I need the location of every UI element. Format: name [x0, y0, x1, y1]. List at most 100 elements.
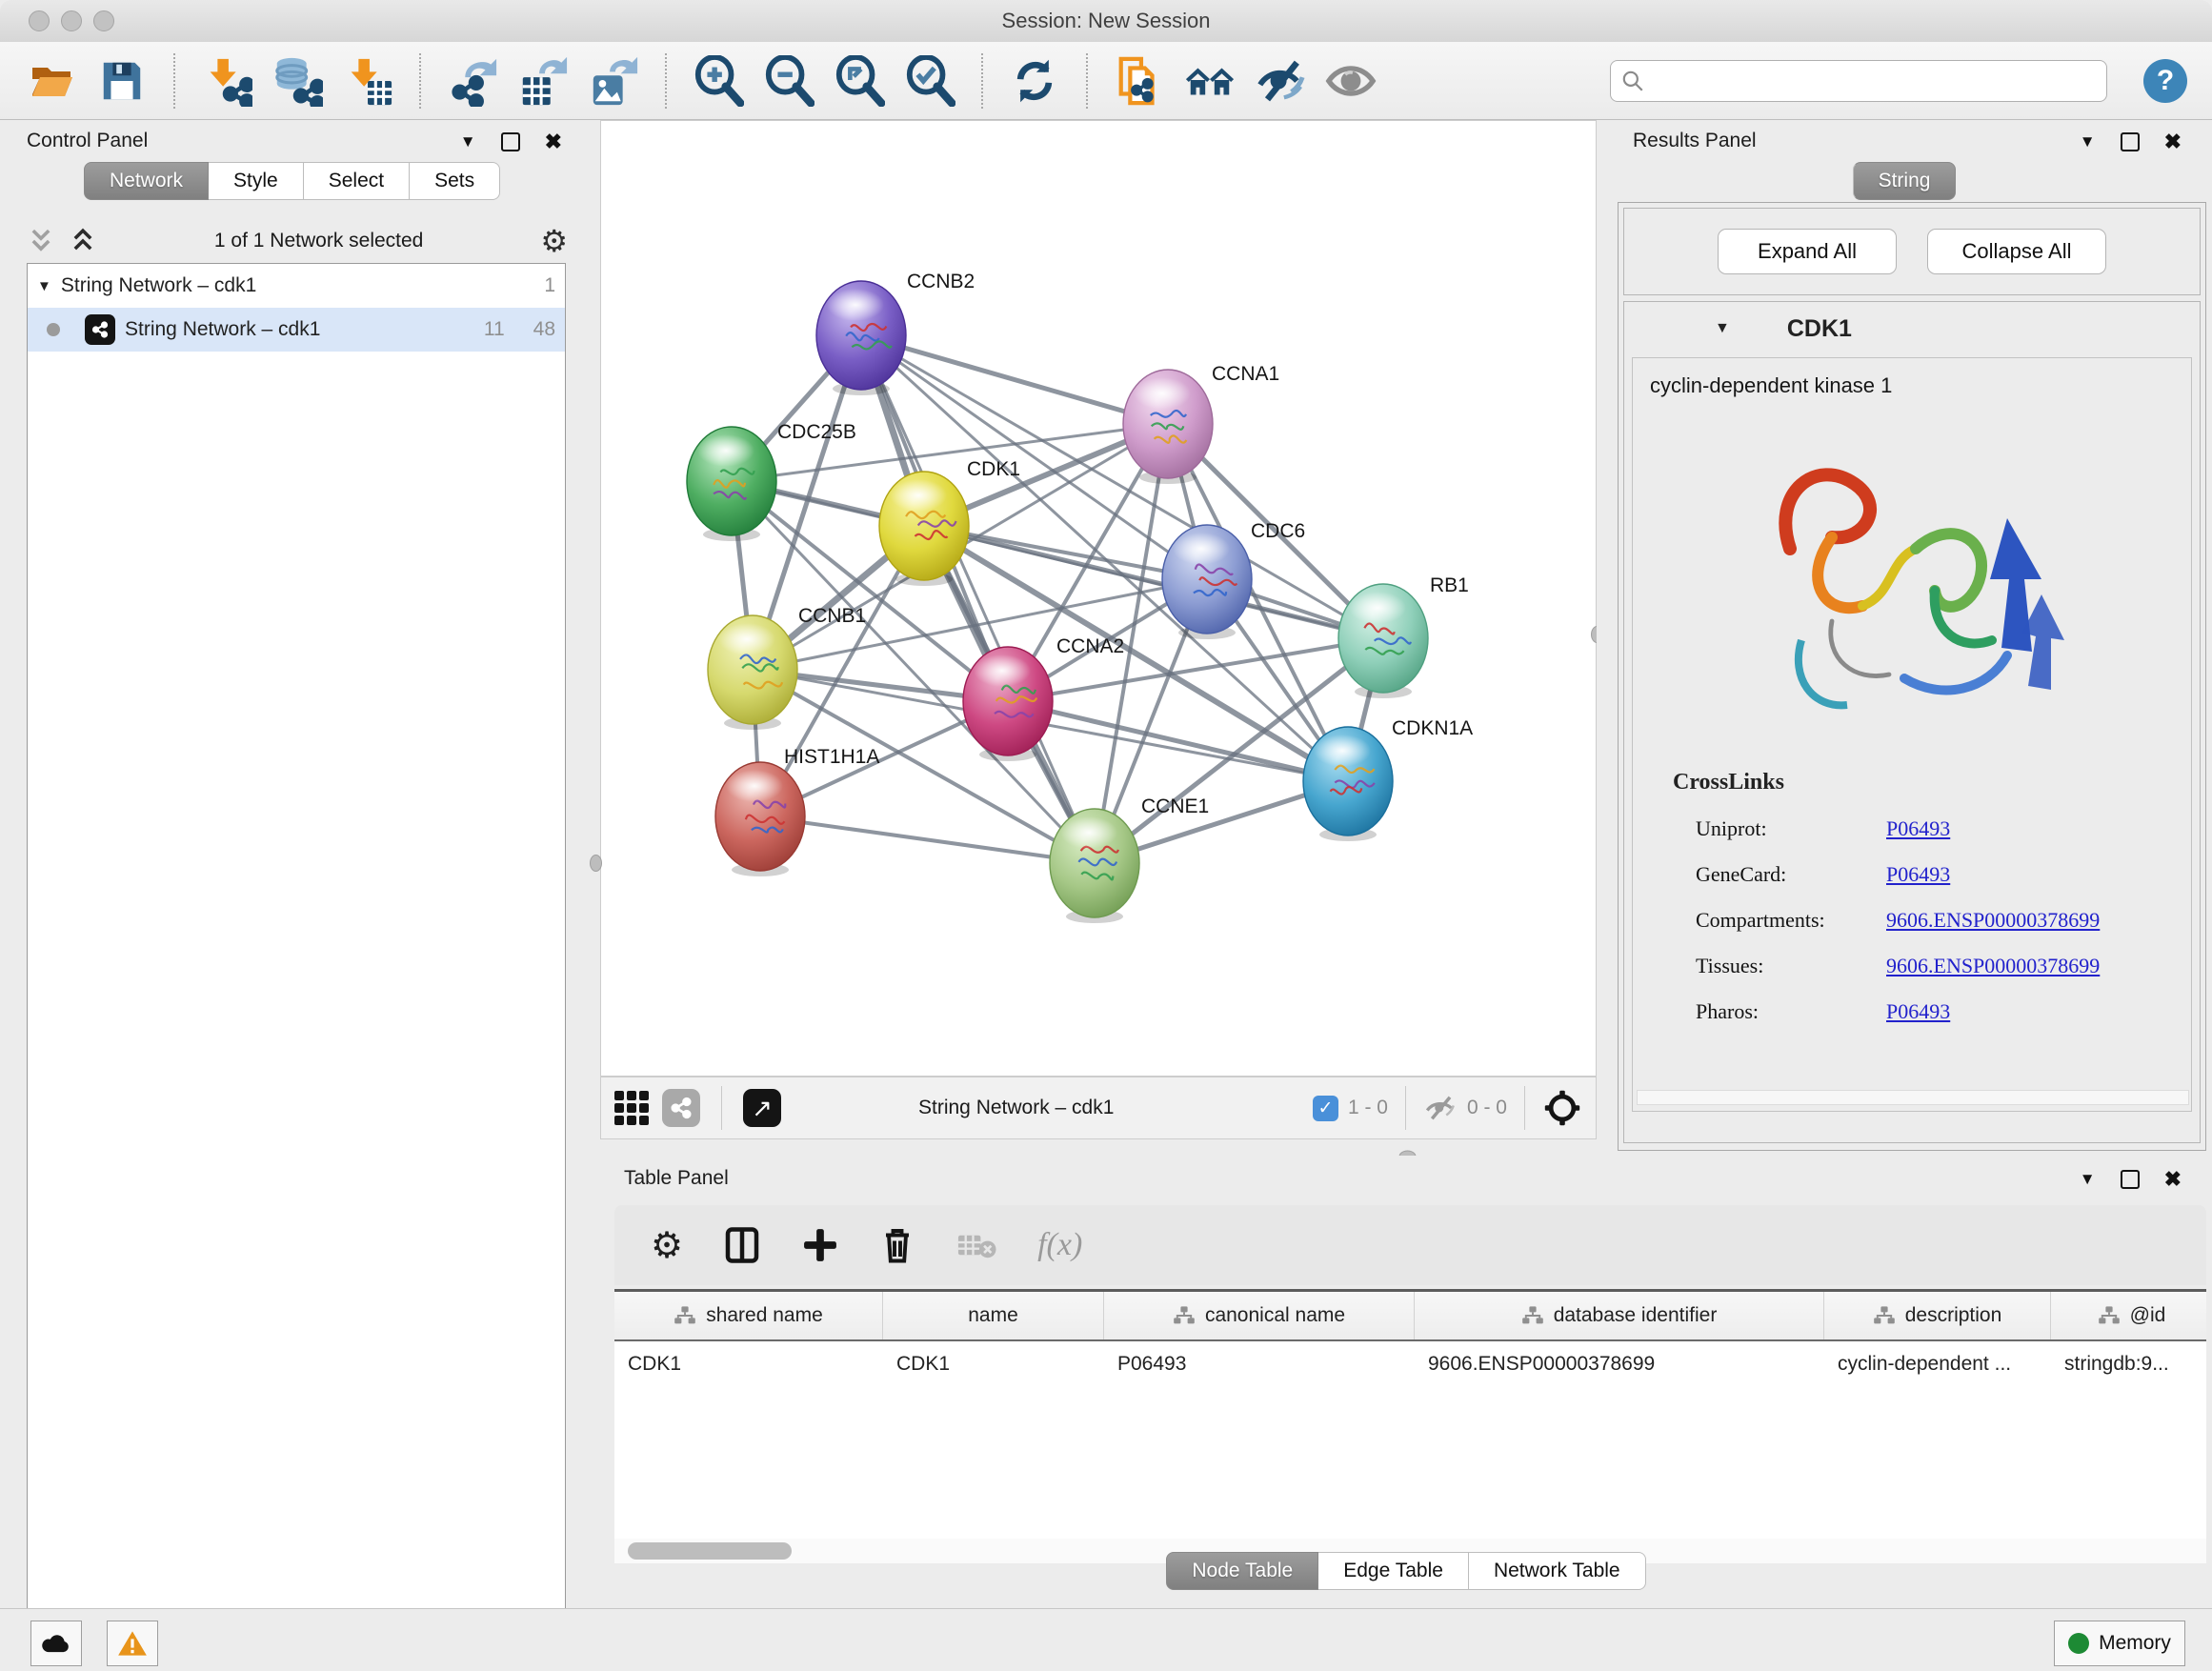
- node-RB1[interactable]: RB1: [1338, 574, 1469, 698]
- hide-eye-button[interactable]: [1254, 54, 1307, 108]
- collapse-all-button[interactable]: Collapse All: [1927, 229, 2106, 274]
- tab-style[interactable]: Style: [209, 162, 304, 200]
- zoom-in-button[interactable]: [692, 54, 745, 108]
- grid-view-icon[interactable]: [614, 1091, 649, 1125]
- crosslink-link[interactable]: 9606.ENSP00000378699: [1886, 908, 2100, 933]
- edge-CCNA2-CDKN1A[interactable]: [1008, 701, 1348, 781]
- column-header-canonical-name[interactable]: canonical name: [1104, 1292, 1415, 1339]
- cloud-status-button[interactable]: [30, 1621, 82, 1666]
- export-table-button[interactable]: [516, 54, 570, 108]
- add-column-plus-icon[interactable]: [801, 1226, 839, 1264]
- table-row[interactable]: CDK1CDK1P064939606.ENSP00000378699cyclin…: [614, 1341, 2206, 1387]
- node-CDKN1A[interactable]: CDKN1A: [1303, 717, 1473, 841]
- crosslink-link[interactable]: P06493: [1886, 816, 1950, 841]
- edge-HIST1H1A-CCNE1[interactable]: [760, 816, 1095, 863]
- import-network-from-database-button[interactable]: [271, 54, 324, 108]
- column-header-@id[interactable]: @id: [2051, 1292, 2206, 1339]
- network-row[interactable]: String Network – cdk1 11 48: [28, 308, 565, 352]
- node-CCNE1[interactable]: CCNE1: [1050, 795, 1209, 923]
- zoom-out-button[interactable]: [762, 54, 815, 108]
- table-cell[interactable]: CDK1: [883, 1341, 1104, 1387]
- reposition-crosshair-icon[interactable]: [1542, 1088, 1582, 1128]
- edge-CCNB2-CCNA1[interactable]: [861, 335, 1168, 424]
- tab-select[interactable]: Select: [304, 162, 410, 200]
- import-database-icon: [271, 55, 323, 107]
- duplicate-network-button[interactable]: [1113, 54, 1166, 108]
- delete-column-trash-icon[interactable]: [879, 1225, 915, 1265]
- expand-all-button[interactable]: Expand All: [1718, 229, 1897, 274]
- save-session-button[interactable]: [95, 54, 149, 108]
- panel-float-icon[interactable]: [2121, 1170, 2140, 1189]
- save-icon: [98, 57, 146, 105]
- table-cell[interactable]: CDK1: [614, 1341, 883, 1387]
- crosslink-link[interactable]: 9606.ENSP00000378699: [1886, 954, 2100, 978]
- protein-header[interactable]: ▼ CDK1: [1624, 302, 2200, 355]
- expand-all-chevrons-icon[interactable]: [27, 227, 55, 255]
- show-columns-icon[interactable]: [723, 1225, 761, 1265]
- tab-network-table[interactable]: Network Table: [1469, 1552, 1646, 1590]
- refresh-button[interactable]: [1008, 54, 1061, 108]
- column-header-database-identifier[interactable]: database identifier: [1415, 1292, 1824, 1339]
- results-scrollbar[interactable]: [1637, 1090, 2189, 1105]
- tab-network[interactable]: Network: [84, 162, 209, 200]
- tree-expander-icon[interactable]: ▼: [37, 278, 51, 294]
- import-network-button[interactable]: [200, 54, 253, 108]
- table-cell[interactable]: P06493: [1104, 1341, 1415, 1387]
- column-header-description[interactable]: description: [1824, 1292, 2051, 1339]
- collapse-all-chevrons-icon[interactable]: [69, 227, 97, 255]
- panel-close-icon[interactable]: ✖: [2164, 130, 2182, 154]
- node-HIST1H1A[interactable]: HIST1H1A: [715, 746, 879, 876]
- panel-float-icon[interactable]: [501, 132, 520, 151]
- node-CDK1[interactable]: CDK1: [879, 458, 1020, 586]
- close-window-button[interactable]: [29, 10, 50, 31]
- node-CCNA2[interactable]: CCNA2: [963, 635, 1124, 761]
- houses-button[interactable]: [1183, 54, 1237, 108]
- edge-CCNB2-CCNE1[interactable]: [861, 335, 1095, 863]
- import-table-button[interactable]: [341, 54, 394, 108]
- network-share-toggle-icon[interactable]: [662, 1089, 700, 1127]
- memory-button[interactable]: Memory: [2054, 1621, 2185, 1666]
- panel-close-icon[interactable]: ✖: [545, 130, 562, 154]
- zoom-selected-button[interactable]: [903, 54, 956, 108]
- help-button[interactable]: ?: [2143, 59, 2187, 103]
- panel-collapse-icon[interactable]: ▼: [460, 132, 476, 151]
- network-graph[interactable]: CCNB2CCNA1CDC25BCDK1CDC6RB1CCNB1CCNA2CDK…: [601, 121, 1596, 1076]
- crosslink-link[interactable]: P06493: [1886, 862, 1950, 887]
- tab-string[interactable]: String: [1853, 162, 1957, 200]
- node-CCNA1[interactable]: CCNA1: [1123, 363, 1279, 484]
- node-CCNB2[interactable]: CCNB2: [816, 271, 975, 395]
- tab-node-table[interactable]: Node Table: [1166, 1552, 1318, 1590]
- panel-collapse-icon[interactable]: ▼: [2080, 1170, 2096, 1189]
- selected-checkbox-icon[interactable]: ✓: [1313, 1096, 1338, 1121]
- zoom-fit-button[interactable]: [833, 54, 886, 108]
- table-settings-gear-icon[interactable]: ⚙: [651, 1224, 683, 1267]
- panel-collapse-icon[interactable]: ▼: [2080, 132, 2096, 151]
- section-expander-icon[interactable]: ▼: [1715, 320, 1730, 337]
- column-header-name[interactable]: name: [883, 1292, 1104, 1339]
- network-canvas[interactable]: CCNB2CCNA1CDC25BCDK1CDC6RB1CCNB1CCNA2CDK…: [600, 120, 1597, 1077]
- table-cell[interactable]: 9606.ENSP00000378699: [1415, 1341, 1824, 1387]
- left-splitter-handle[interactable]: [590, 855, 602, 872]
- export-image-button[interactable]: [587, 54, 640, 108]
- tab-edge-table[interactable]: Edge Table: [1318, 1552, 1469, 1590]
- memory-status-dot: [2068, 1633, 2089, 1654]
- table-cell[interactable]: cyclin-dependent ...: [1824, 1341, 2051, 1387]
- zoom-window-button[interactable]: [93, 10, 114, 31]
- table-cell[interactable]: stringdb:9...: [2051, 1341, 2206, 1387]
- panel-close-icon[interactable]: ✖: [2164, 1167, 2182, 1192]
- export-network-button[interactable]: [446, 54, 499, 108]
- warning-status-button[interactable]: [107, 1621, 158, 1666]
- network-collection-row[interactable]: ▼ String Network – cdk1 1: [28, 264, 565, 308]
- minimize-window-button[interactable]: [61, 10, 82, 31]
- crosslink-link[interactable]: P06493: [1886, 999, 1950, 1024]
- tab-sets[interactable]: Sets: [410, 162, 500, 200]
- panel-float-icon[interactable]: [2121, 132, 2140, 151]
- birdseye-view-icon[interactable]: ↗: [743, 1089, 781, 1127]
- open-session-button[interactable]: [25, 54, 78, 108]
- status-separator: [721, 1086, 722, 1130]
- import-table-icon: [342, 55, 393, 107]
- search-input[interactable]: [1653, 69, 2097, 92]
- gear-icon[interactable]: ⚙: [540, 223, 568, 259]
- show-eye-button[interactable]: [1324, 54, 1377, 108]
- column-header-shared-name[interactable]: shared name: [614, 1292, 883, 1339]
